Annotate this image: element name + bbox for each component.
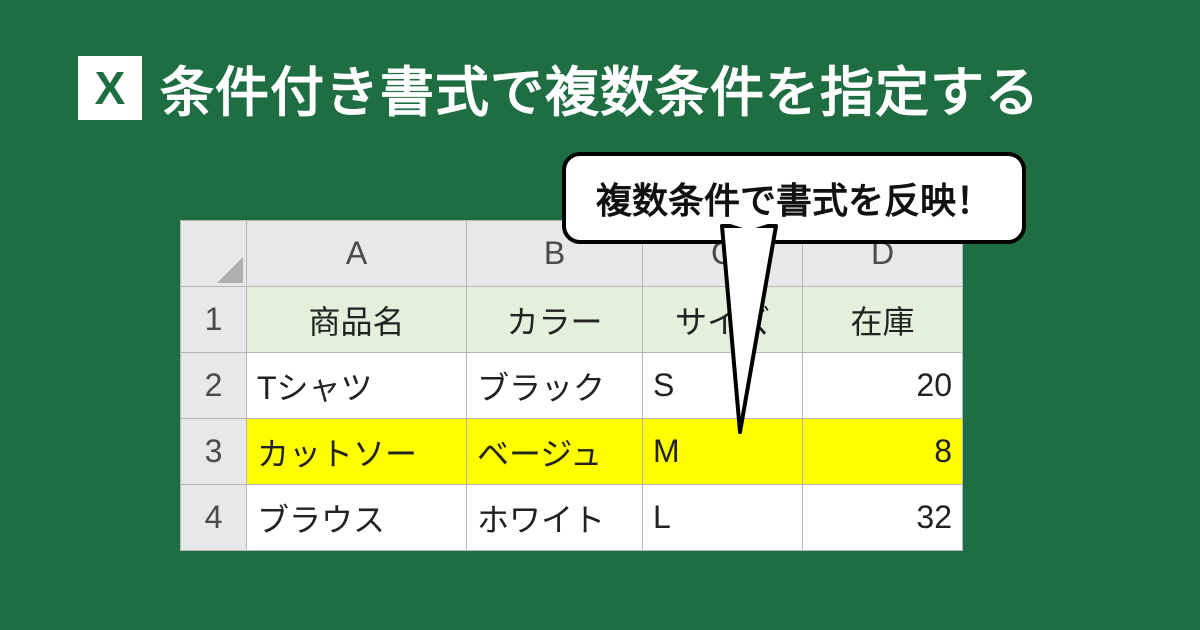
select-all-triangle-icon	[217, 257, 243, 283]
cell[interactable]: 在庫	[803, 287, 963, 353]
excel-icon: X	[78, 56, 142, 120]
row-header-1[interactable]: 1	[181, 287, 247, 353]
cell[interactable]: ブラウス	[247, 485, 467, 551]
col-header-a[interactable]: A	[247, 221, 467, 287]
table-row: 1 商品名 カラー サイズ 在庫	[181, 287, 963, 353]
cell[interactable]: L	[643, 485, 803, 551]
cell[interactable]: サイズ	[643, 287, 803, 353]
cell[interactable]: 32	[803, 485, 963, 551]
cell[interactable]: Tシャツ	[247, 353, 467, 419]
row-header-2[interactable]: 2	[181, 353, 247, 419]
cell[interactable]: ブラック	[467, 353, 643, 419]
page-title: 条件付き書式で複数条件を指定する	[160, 48, 1040, 127]
spreadsheet: A B C D 1 商品名 カラー サイズ 在庫 2 Tシャツ ブラック S 2…	[180, 220, 963, 551]
table-row: 4 ブラウス ホワイト L 32	[181, 485, 963, 551]
cell[interactable]: カットソー	[247, 419, 467, 485]
callout: 複数条件で書式を反映！	[562, 152, 1026, 244]
sheet-table[interactable]: A B C D 1 商品名 カラー サイズ 在庫 2 Tシャツ ブラック S 2…	[180, 220, 963, 551]
cell[interactable]: ベージュ	[467, 419, 643, 485]
table-row-highlighted: 3 カットソー ベージュ M 8	[181, 419, 963, 485]
cell[interactable]: カラー	[467, 287, 643, 353]
cell[interactable]: ホワイト	[467, 485, 643, 551]
cell[interactable]: 20	[803, 353, 963, 419]
select-all-corner[interactable]	[181, 221, 247, 287]
row-header-4[interactable]: 4	[181, 485, 247, 551]
row-header-3[interactable]: 3	[181, 419, 247, 485]
cell[interactable]: 8	[803, 419, 963, 485]
cell[interactable]: 商品名	[247, 287, 467, 353]
cell[interactable]: M	[643, 419, 803, 485]
cell[interactable]: S	[643, 353, 803, 419]
header: X 条件付き書式で複数条件を指定する	[0, 0, 1200, 127]
callout-bubble: 複数条件で書式を反映！	[562, 152, 1026, 244]
table-row: 2 Tシャツ ブラック S 20	[181, 353, 963, 419]
